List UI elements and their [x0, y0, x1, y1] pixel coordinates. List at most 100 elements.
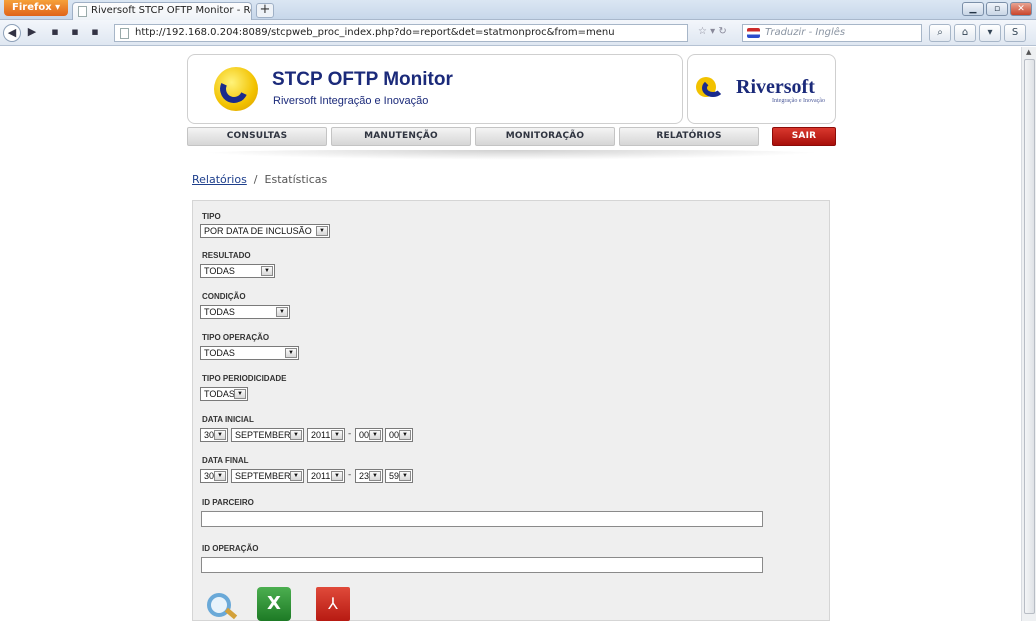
data-final-hour-select[interactable]: 23 ▼	[355, 469, 383, 483]
page-icon	[78, 6, 87, 17]
condicao-select[interactable]: TODAS ▼	[200, 305, 290, 319]
tipo-select[interactable]: POR DATA DE INCLUSÃO ▼	[200, 224, 330, 238]
bookmark-icon[interactable]: ▪	[46, 24, 64, 42]
menu-relatorios[interactable]: RELATÓRIOS	[619, 127, 759, 146]
minimize-button[interactable]: ▁	[962, 2, 984, 16]
menu-manutencao[interactable]: MANUTENÇÃO	[331, 127, 471, 146]
menu-consultas[interactable]: CONSULTAS	[187, 127, 327, 146]
data-inicial-month-value: SEPTEMBER	[235, 430, 291, 440]
firefox-menu-button[interactable]: Firefox ▾	[4, 0, 68, 16]
id-parceiro-input[interactable]	[201, 511, 763, 527]
navigation-toolbar: ◀ ▶ ▪ ▪ ▪ http://192.168.0.204:8089/stcp…	[0, 20, 1036, 46]
data-final-month-select[interactable]: SEPTEMBER ▼	[231, 469, 304, 483]
search-report-icon[interactable]	[203, 587, 238, 621]
tab-title: Riversoft STCP OFTP Monitor - Relatório.…	[91, 5, 251, 16]
data-final-hour-value: 23	[359, 471, 370, 481]
data-inicial-minute-select[interactable]: 00 ▼	[385, 428, 413, 442]
tipo-operacao-label: TIPO OPERAÇÃO	[202, 333, 270, 342]
skype-icon[interactable]: S	[1004, 24, 1026, 42]
toolbar-icon[interactable]: ▪	[66, 24, 84, 42]
menu-monitoracao[interactable]: MONITORAÇÃO	[475, 127, 615, 146]
data-inicial-day-select[interactable]: 30 ▼	[200, 428, 228, 442]
id-parceiro-label: ID PARCEIRO	[202, 498, 254, 507]
data-final-day-select[interactable]: 30 ▼	[200, 469, 228, 483]
data-final-month-value: SEPTEMBER	[235, 471, 291, 481]
chevron-down-icon: ▼	[331, 430, 343, 440]
data-final-minute-value: 59	[389, 471, 400, 481]
handle-shape	[224, 607, 238, 620]
brand-tagline: Integração e Inovação	[772, 98, 825, 104]
addon-icon[interactable]: ▾	[979, 24, 1001, 42]
chevron-down-icon: ▼	[399, 471, 411, 481]
maximize-button[interactable]: ▫	[986, 2, 1008, 16]
tipo-periodicidade-label: TIPO PERIODICIDADE	[202, 374, 287, 383]
id-operacao-input[interactable]	[201, 557, 763, 573]
condicao-value: TODAS	[204, 307, 235, 317]
search-input[interactable]: Traduzir - Inglês	[742, 24, 922, 42]
resultado-value: TODAS	[204, 266, 235, 276]
data-inicial-day-value: 30	[204, 430, 215, 440]
home-icon[interactable]: ⌂	[954, 24, 976, 42]
pdf-export-icon[interactable]: ⅄	[316, 587, 350, 621]
chevron-down-icon: ▼	[369, 430, 381, 440]
chevron-down-icon: ▼	[234, 389, 246, 399]
exit-button[interactable]: SAIR	[772, 127, 836, 146]
app-title: STCP OFTP Monitor	[272, 69, 453, 90]
data-inicial-year-value: 2011	[311, 430, 331, 440]
id-operacao-label: ID OPERAÇÃO	[202, 544, 259, 553]
chevron-down-icon: ▼	[214, 471, 226, 481]
chevron-down-icon: ▼	[399, 430, 411, 440]
flag-icon	[747, 28, 760, 38]
data-inicial-label: DATA INICIAL	[202, 415, 254, 424]
data-final-year-select[interactable]: 2011 ▼	[307, 469, 345, 483]
brand-name: Riversoft	[736, 76, 815, 98]
condicao-label: CONDIÇÃO	[202, 292, 246, 301]
tipo-periodicidade-value: TODAS	[204, 389, 235, 399]
search-icon[interactable]: ⌕	[929, 24, 951, 42]
breadcrumb-separator: /	[253, 173, 258, 186]
report-form: TIPO POR DATA DE INCLUSÃO ▼ RESULTADO TOD…	[192, 200, 830, 621]
breadcrumb-link-relatorios[interactable]: Relatórios	[192, 173, 247, 186]
resultado-select[interactable]: TODAS ▼	[200, 264, 275, 278]
menu-divider	[187, 150, 835, 160]
chevron-down-icon: ▼	[290, 471, 302, 481]
data-final-year-value: 2011	[311, 471, 331, 481]
data-inicial-month-select[interactable]: SEPTEMBER ▼	[231, 428, 304, 442]
chevron-down-icon: ▼	[214, 430, 226, 440]
data-inicial-year-select[interactable]: 2011 ▼	[307, 428, 345, 442]
date-separator: -	[348, 429, 352, 439]
app-subtitle: Riversoft Integração e Inovação	[273, 95, 429, 107]
chevron-down-icon: ▼	[369, 471, 381, 481]
chevron-down-icon: ▼	[290, 430, 302, 440]
chevron-down-icon: ▼	[331, 471, 343, 481]
breadcrumb-current: Estatísticas	[264, 173, 328, 186]
scroll-up-icon[interactable]: ▲	[1026, 48, 1031, 56]
browser-tab[interactable]: Riversoft STCP OFTP Monitor - Relatório.…	[72, 2, 252, 20]
data-final-minute-select[interactable]: 59 ▼	[385, 469, 413, 483]
tipo-operacao-select[interactable]: TODAS ▼	[200, 346, 299, 360]
browser-titlebar: Firefox ▾ Riversoft STCP OFTP Monitor - …	[0, 0, 1036, 20]
brand-header: Riversoft Integração e Inovação	[687, 54, 836, 124]
url-bar[interactable]: http://192.168.0.204:8089/stcpweb_proc_i…	[114, 24, 688, 42]
tipo-periodicidade-select[interactable]: TODAS ▼	[200, 387, 248, 401]
chevron-down-icon: ▼	[261, 266, 273, 276]
tipo-value: POR DATA DE INCLUSÃO	[204, 226, 312, 236]
lock-icon[interactable]: ▪	[86, 24, 104, 42]
data-inicial-minute-value: 00	[389, 430, 400, 440]
chevron-down-icon: ▼	[276, 307, 288, 317]
close-window-button[interactable]: ✕	[1010, 2, 1032, 16]
star-icon[interactable]: ☆ ▾ ↻	[698, 26, 727, 37]
data-final-label: DATA FINAL	[202, 456, 249, 465]
scrollbar-thumb[interactable]	[1024, 59, 1035, 614]
forward-button[interactable]: ▶	[23, 24, 41, 42]
new-tab-button[interactable]: +	[256, 3, 274, 18]
back-button[interactable]: ◀	[3, 24, 21, 42]
search-placeholder: Traduzir - Inglês	[765, 27, 846, 38]
page-icon	[120, 28, 129, 39]
url-text: http://192.168.0.204:8089/stcpweb_proc_i…	[135, 27, 615, 38]
data-inicial-hour-select[interactable]: 00 ▼	[355, 428, 383, 442]
data-final-day-value: 30	[204, 471, 215, 481]
excel-export-icon[interactable]: X	[257, 587, 291, 621]
date-separator: -	[348, 470, 352, 480]
vertical-scrollbar[interactable]: ▲	[1021, 47, 1036, 621]
